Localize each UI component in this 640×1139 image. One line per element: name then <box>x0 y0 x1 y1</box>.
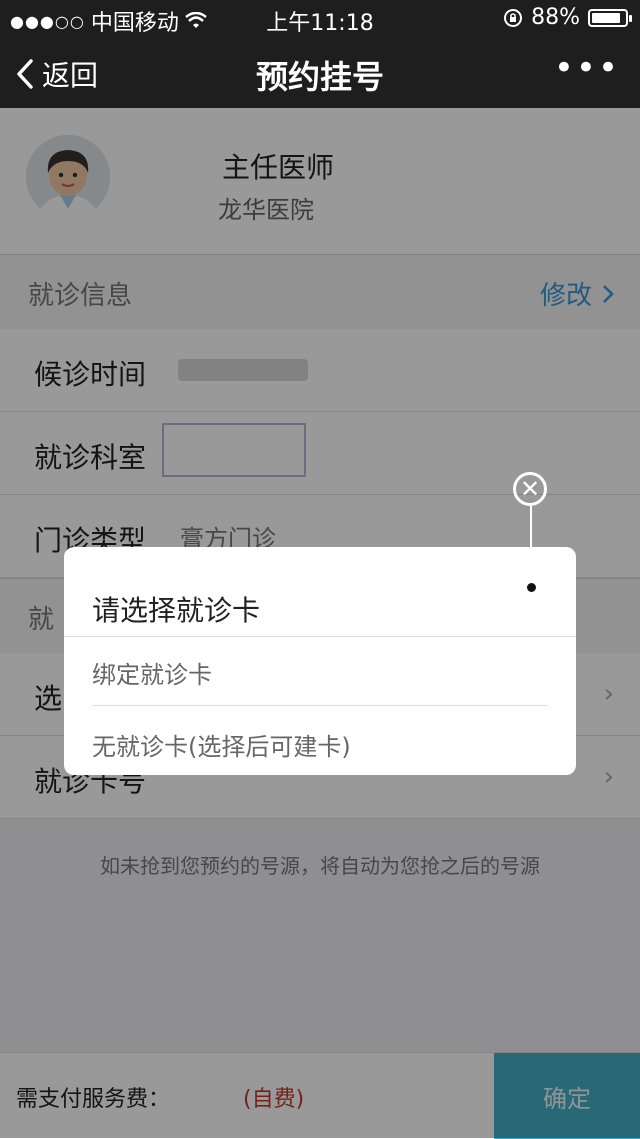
battery-icon <box>588 8 632 27</box>
popup-divider <box>64 636 576 637</box>
select-card-popup: 请选择就诊卡 绑定就诊卡 无就诊卡(选择后可建卡) <box>64 547 576 775</box>
close-icon: ✕ <box>519 475 541 503</box>
close-popup-button[interactable]: ✕ <box>513 472 547 506</box>
orientation-lock-icon <box>504 8 523 27</box>
navigation-bar: 返回 预约挂号 ••• <box>0 36 640 108</box>
more-menu-button[interactable]: ••• <box>554 48 620 88</box>
bind-card-option[interactable]: 绑定就诊卡 <box>92 655 212 690</box>
popup-title: 请选择就诊卡 <box>92 594 261 627</box>
battery-percent: 88% <box>531 5 580 30</box>
status-right: 88% <box>503 5 632 30</box>
no-card-option[interactable]: 无就诊卡(选择后可建卡) <box>92 727 351 762</box>
status-bar: ●●●○○ 中国移动 上午11:18 88% <box>0 0 640 36</box>
indicator-dot-icon <box>527 583 536 592</box>
page-title: 预约挂号 <box>255 58 384 96</box>
option-divider <box>92 705 548 706</box>
close-connector <box>530 506 532 548</box>
battery-fill <box>592 12 620 23</box>
